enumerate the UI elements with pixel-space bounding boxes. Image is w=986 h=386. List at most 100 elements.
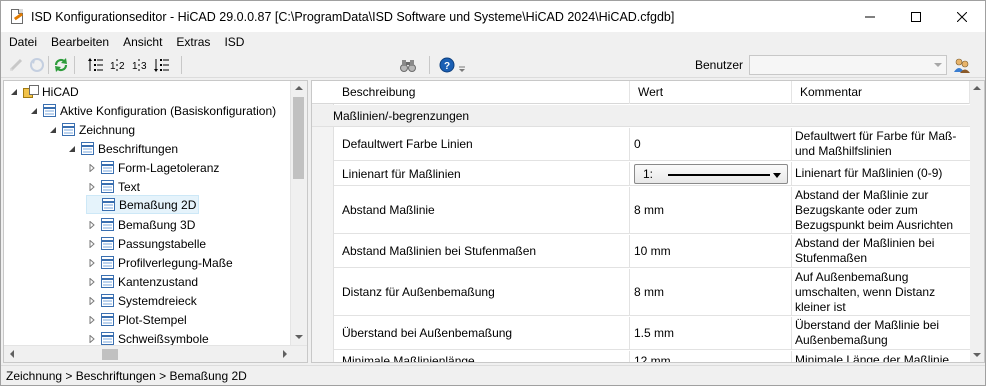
scroll-up-icon (973, 86, 981, 90)
row-comment: Linienart für Maßlinien (0-9) (795, 166, 943, 180)
collapsed-arrow-icon[interactable] (86, 257, 98, 269)
tree-vertical-scrollbar[interactable] (290, 81, 307, 347)
row-value[interactable]: 1.5 mm (630, 317, 792, 349)
table-row[interactable]: Defaultwert Farbe Linien 0 Defaultwert f… (334, 128, 970, 161)
title-bar: ISD Konfigurationseditor - HiCAD 29.0.0.… (1, 1, 985, 32)
expanded-arrow-icon[interactable] (28, 105, 40, 117)
root-folder-icon (23, 84, 39, 99)
close-button[interactable] (939, 1, 985, 32)
collapsed-arrow-icon[interactable] (86, 162, 98, 174)
toolbar: 12 13 ? Benutzer (1, 52, 985, 78)
tree-node-text[interactable]: Text (86, 177, 140, 196)
tree-label-root: HiCAD (42, 84, 79, 99)
grid-vertical-scrollbar[interactable] (970, 81, 984, 362)
svg-text:2: 2 (119, 61, 125, 72)
row-value[interactable]: 10 mm (630, 235, 792, 267)
table-icon (101, 180, 114, 193)
sort-3-icon[interactable]: 13 (131, 56, 149, 74)
scroll-up-icon (295, 86, 303, 90)
collapsed-arrow-icon[interactable] (86, 295, 98, 307)
column-header-value[interactable]: Wert (630, 81, 792, 104)
sort-2-icon[interactable]: 12 (109, 56, 127, 74)
tree-node-root[interactable]: HiCAD (8, 82, 79, 101)
menu-datei[interactable]: Datei (1, 32, 44, 52)
sort-1-icon[interactable] (87, 56, 105, 74)
collapsed-arrow-icon[interactable] (86, 333, 98, 345)
svg-text:3: 3 (141, 61, 147, 72)
chevron-down-icon (934, 63, 942, 67)
tree-label: Plot-Stempel (118, 312, 187, 327)
scroll-right-icon (283, 350, 287, 358)
line-preview (668, 173, 770, 176)
toolbar-overflow-icon[interactable] (457, 56, 467, 74)
tree-label-labels: Beschriftungen (98, 141, 179, 156)
tree-node-form-lagetoleranz[interactable]: Form-Lagetoleranz (86, 158, 219, 177)
status-bar: Zeichnung > Beschriftungen > Bemaßung 2D (1, 365, 985, 385)
refresh-icon[interactable] (52, 56, 70, 74)
app-window: ISD Konfigurationseditor - HiCAD 29.0.0.… (0, 0, 986, 386)
tree-node-bemassung-2d[interactable]: Bemaßung 2D (86, 195, 200, 214)
users-icon[interactable] (953, 56, 971, 74)
table-icon (101, 332, 114, 345)
menu-isd[interactable]: ISD (217, 32, 251, 52)
table-row[interactable]: Abstand Maßlinien bei Stufenmaßen 10 mm … (334, 235, 970, 268)
expanded-arrow-icon[interactable] (47, 124, 59, 136)
column-header-comment[interactable]: Kommentar (792, 81, 970, 104)
collapsed-arrow-icon[interactable] (86, 219, 98, 231)
collapsed-arrow-icon[interactable] (86, 314, 98, 326)
tree-node-kantenzustand[interactable]: Kantenzustand (86, 272, 198, 291)
row-value[interactable]: 12 mm (630, 351, 792, 362)
tree-node-bemassung-3d[interactable]: Bemaßung 3D (86, 215, 195, 234)
tree-label: Schweißsymbole (118, 331, 209, 346)
expanded-arrow-icon[interactable] (66, 143, 78, 155)
table-row[interactable]: Distanz für Außenbemaßung 8 mm Auf Außen… (334, 269, 970, 316)
tree-horizontal-scrollbar[interactable] (4, 345, 307, 362)
tree-node-config[interactable]: Aktive Konfiguration (Basiskonfiguration… (28, 101, 276, 120)
minimize-button[interactable] (847, 1, 893, 32)
binoculars-icon[interactable] (399, 56, 417, 74)
table-row[interactable]: Überstand bei Außenbemaßung 1.5 mm Übers… (334, 317, 970, 350)
user-select[interactable] (749, 55, 947, 75)
config-tree: HiCAD Aktive Konfiguration (Basiskonfigu… (3, 80, 308, 363)
scroll-thumb[interactable] (102, 349, 118, 360)
table-icon (62, 123, 75, 136)
menu-bearbeiten[interactable]: Bearbeiten (44, 32, 116, 52)
linetype-select[interactable]: 1: (634, 163, 788, 184)
tree-node-plot-stempel[interactable]: Plot-Stempel (86, 310, 187, 329)
window-title: ISD Konfigurationseditor - HiCAD 29.0.0.… (31, 9, 675, 24)
table-row[interactable]: Minimale Maßlinienlänge 12 mm Minimale L… (334, 351, 970, 362)
help-icon[interactable]: ? (438, 56, 456, 74)
row-comment: Defaultwert für Farbe für Maß- und Maßhi… (795, 129, 957, 158)
table-icon (101, 218, 114, 231)
tree-label-drawing: Zeichnung (79, 122, 136, 137)
row-comment: Überstand der Maßlinie bei Außenbemaßung (795, 318, 940, 347)
collapsed-arrow-icon[interactable] (86, 276, 98, 288)
tree-node-passungstabelle[interactable]: Passungstabelle (86, 234, 206, 253)
column-header-description[interactable]: Beschreibung (334, 81, 630, 104)
tree-node-drawing[interactable]: Zeichnung (47, 120, 135, 139)
menu-ansicht[interactable]: Ansicht (116, 32, 169, 52)
table-row[interactable]: Abstand Maßlinie 8 mm Abstand der Maßlin… (334, 187, 970, 234)
close-icon (957, 11, 967, 22)
tree-node-profilverlegung[interactable]: Profilverlegung-Maße (86, 253, 233, 272)
tree-label: Passungstabelle (118, 236, 207, 251)
expanded-arrow-icon[interactable] (8, 86, 20, 98)
table-icon (101, 294, 114, 307)
collapsed-arrow-icon[interactable] (86, 238, 98, 250)
scroll-thumb[interactable] (293, 97, 304, 179)
tree-node-systemdreieck[interactable]: Systemdreieck (86, 291, 197, 310)
row-value[interactable]: 0 (630, 128, 792, 160)
linetype-select-value: 1: (643, 166, 654, 181)
menu-extras[interactable]: Extras (169, 32, 217, 52)
row-value[interactable]: 8 mm (630, 187, 792, 233)
category-row[interactable]: Maßlinien/-begrenzungen (312, 105, 970, 127)
svg-text:1: 1 (132, 61, 138, 72)
tree-node-labels[interactable]: Beschriftungen (66, 139, 178, 158)
table-row[interactable]: Linienart für Maßlinien 1: Linienart für… (334, 162, 970, 186)
pencil-icon[interactable] (7, 56, 25, 74)
row-value[interactable]: 8 mm (630, 269, 792, 315)
maximize-button[interactable] (893, 1, 939, 32)
sort-4-icon[interactable] (153, 56, 171, 74)
undo-icon[interactable] (28, 56, 46, 74)
collapsed-arrow-icon[interactable] (86, 181, 98, 193)
